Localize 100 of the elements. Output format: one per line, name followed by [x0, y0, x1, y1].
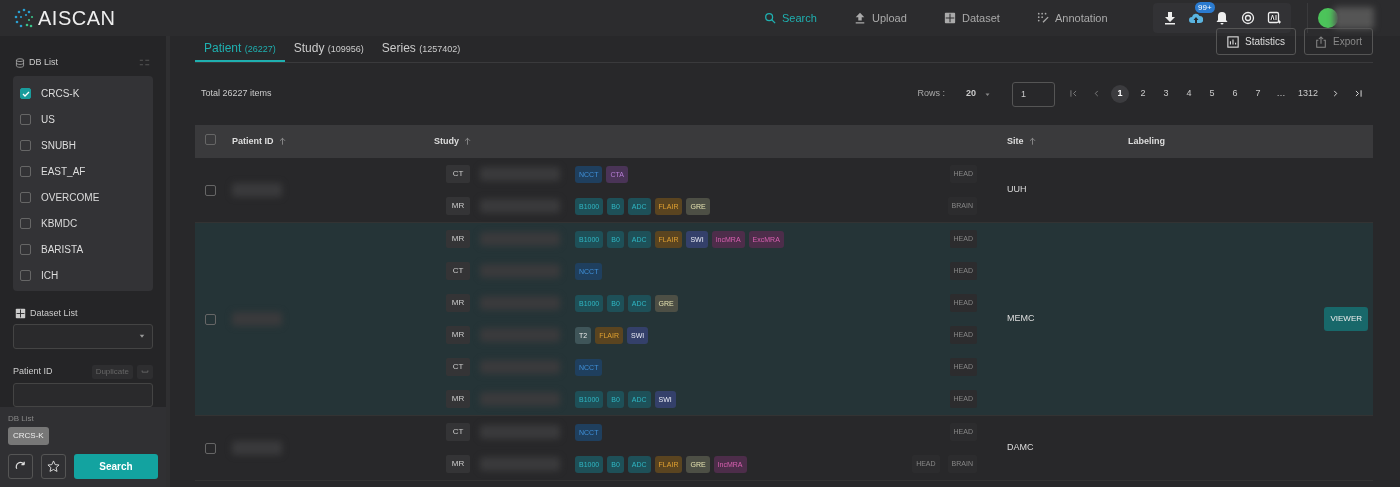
db-list-item[interactable]: OVERCOME — [13, 184, 153, 211]
checkbox[interactable] — [20, 140, 31, 151]
page-button[interactable]: 5 — [1202, 85, 1221, 103]
site-name: DAMC — [1007, 441, 1034, 455]
page-button[interactable]: 2 — [1133, 85, 1152, 103]
toolbar-button[interactable] — [1267, 11, 1281, 25]
column-header[interactable]: Patient ID — [232, 134, 274, 149]
modality-tag: MR — [446, 230, 470, 248]
notification-badge: 99+ — [1195, 2, 1215, 13]
db-list-item[interactable]: BARISTA — [13, 236, 153, 263]
upload-icon — [854, 12, 866, 24]
toolbar-button[interactable] — [1241, 11, 1255, 25]
db-list-label: DB List — [29, 56, 58, 69]
page-button[interactable]: 3 — [1156, 85, 1175, 103]
patient-id-field[interactable] — [13, 382, 153, 407]
grid-icon — [944, 12, 956, 24]
nav-item[interactable]: Upload — [854, 9, 907, 27]
reset-button[interactable] — [8, 454, 33, 479]
database-icon — [15, 57, 25, 68]
toolbar-button[interactable] — [1189, 11, 1203, 25]
modality-tag: MR — [446, 390, 470, 408]
modality-tag: CT — [446, 358, 470, 376]
logo-icon — [14, 8, 34, 28]
item-label: CRCS-K — [41, 87, 80, 101]
item-label: ICH — [41, 269, 59, 283]
db-list-item[interactable]: KBMDC — [13, 210, 153, 237]
sort-icon[interactable] — [463, 137, 472, 146]
row-checkbox[interactable] — [205, 184, 216, 196]
statistics-button[interactable]: Statistics — [1216, 28, 1297, 55]
nav-item[interactable]: Dataset — [944, 9, 1000, 27]
item-label: EAST_AF — [41, 165, 86, 179]
column-header[interactable]: Site — [1007, 134, 1024, 149]
checkbox[interactable] — [20, 166, 31, 177]
item-label: US — [41, 113, 55, 127]
site-name: UUH — [1007, 183, 1027, 197]
row-checkbox[interactable] — [205, 313, 216, 325]
dataset-dropdown[interactable] — [13, 324, 153, 349]
cloud-upload-icon — [1189, 11, 1203, 25]
last-page-icon — [1353, 89, 1363, 99]
item-label: BARISTA — [41, 243, 84, 257]
tab[interactable]: Series (1257402) — [372, 36, 470, 62]
modality-tag: CT — [446, 423, 470, 441]
modality-tag: CT — [446, 165, 470, 183]
db-list-summary-label: DB List — [8, 413, 35, 425]
chart-icon — [1227, 35, 1240, 48]
item-label: OVERCOME — [41, 191, 100, 205]
patient-id-label: Patient ID — [13, 364, 53, 378]
download-icon — [1163, 11, 1177, 25]
modality-tag: MR — [446, 326, 470, 344]
item-label: SNUBH — [41, 139, 76, 153]
viewer-button[interactable]: VIEWER — [1324, 307, 1368, 331]
db-list-item[interactable]: SNUBH — [13, 132, 153, 159]
modality-tag: MR — [446, 294, 470, 312]
target-icon — [1241, 11, 1255, 25]
tab[interactable]: Study (109956) — [284, 36, 373, 62]
page-button[interactable]: 7 — [1248, 85, 1267, 103]
checkbox[interactable] — [20, 244, 31, 255]
bell-icon — [1215, 11, 1229, 25]
nav-item[interactable]: Search — [764, 9, 817, 27]
star-icon — [47, 460, 60, 473]
modality-tag: MR — [446, 197, 470, 215]
toolbar-button[interactable] — [1215, 11, 1229, 25]
checkbox[interactable] — [20, 114, 31, 125]
total-count: Total 26227 items — [201, 87, 272, 101]
page-button[interactable]: 1312 — [1294, 85, 1321, 103]
db-list-item[interactable]: EAST_AF — [13, 158, 153, 185]
checklist-icon[interactable] — [139, 57, 150, 69]
blurred-user-name — [1334, 7, 1374, 29]
page-button[interactable]: … — [1271, 85, 1290, 103]
nav-item[interactable]: Annotation — [1037, 9, 1108, 27]
search-icon — [764, 12, 776, 24]
ai-icon — [1267, 11, 1281, 25]
row-checkbox[interactable] — [205, 442, 216, 454]
modality-tag: MR — [446, 455, 470, 473]
sort-icon[interactable] — [1027, 137, 1037, 146]
tab[interactable]: Patient (26227) — [195, 36, 285, 62]
column-header[interactable]: Labeling — [1128, 134, 1165, 149]
toolbar-button[interactable] — [1163, 11, 1177, 25]
favorite-button[interactable] — [41, 454, 66, 479]
rows-select[interactable]: 20 — [962, 85, 994, 103]
db-list-item[interactable]: US — [13, 106, 153, 133]
db-list-item[interactable]: ICH — [13, 262, 153, 289]
space-icon — [141, 367, 149, 376]
column-header[interactable]: Study — [434, 134, 459, 149]
space-toggle[interactable] — [137, 364, 153, 379]
item-label: KBMDC — [41, 217, 78, 231]
page-button[interactable]: 6 — [1225, 85, 1244, 103]
grid-icon — [15, 307, 26, 319]
checkbox[interactable] — [20, 192, 31, 203]
site-name: MEMC — [1007, 312, 1035, 326]
db-list-item[interactable]: CRCS-K — [13, 80, 153, 107]
app-logo: AISCAN — [38, 6, 116, 31]
checkbox[interactable] — [20, 270, 31, 281]
checkbox[interactable] — [20, 88, 31, 99]
page-button[interactable]: 1 — [1110, 85, 1129, 103]
select-all-checkbox[interactable] — [205, 133, 216, 145]
page-input[interactable]: 1 — [1011, 81, 1055, 107]
sort-icon[interactable] — [277, 137, 287, 146]
page-button[interactable]: 4 — [1179, 85, 1198, 103]
checkbox[interactable] — [20, 218, 31, 229]
